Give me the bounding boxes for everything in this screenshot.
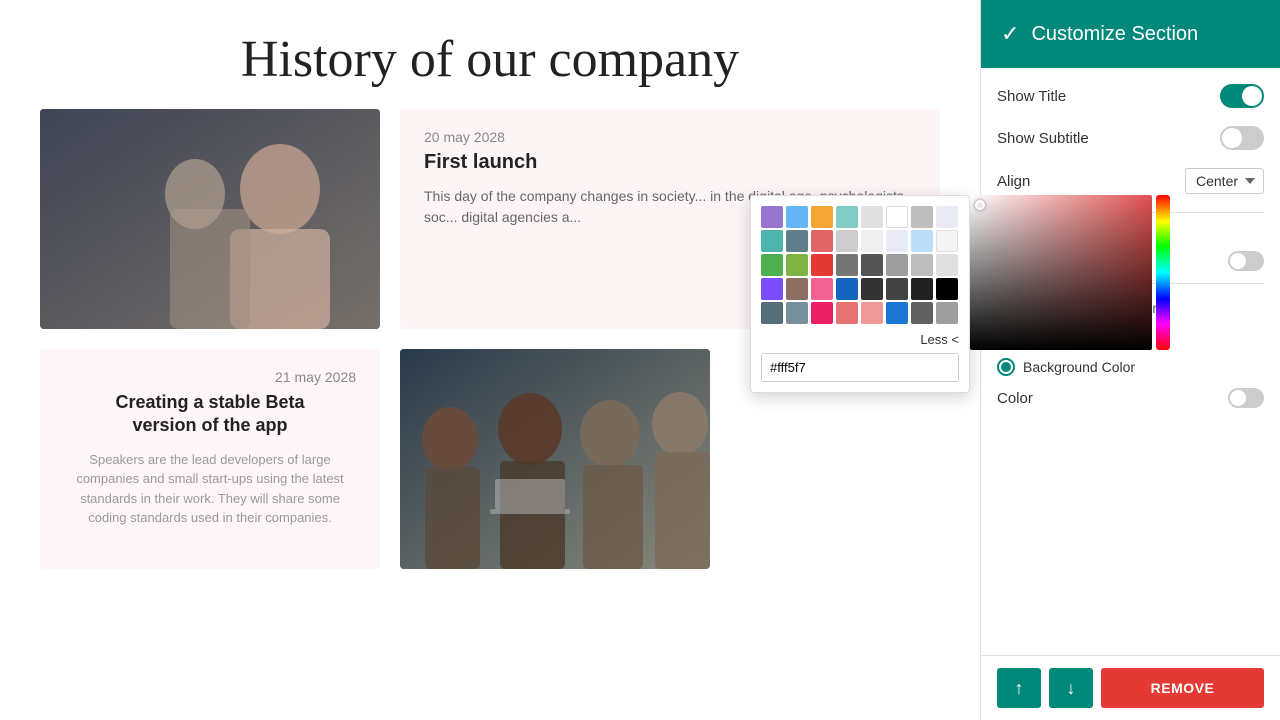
swatch-8[interactable] (761, 230, 783, 252)
move-up-button[interactable]: ↑ (997, 668, 1041, 708)
image-svg-2 (400, 349, 710, 569)
up-arrow-icon: ↑ (1015, 678, 1024, 699)
show-subtitle-row: Show Subtitle (997, 126, 1264, 150)
right-panel-wrapper: ✓ Customize Section Show Title Show Subt… (980, 0, 1280, 720)
swatch-36[interactable] (861, 302, 883, 324)
image-svg-1 (40, 109, 380, 329)
spectrum-bar[interactable] (1156, 195, 1170, 350)
gradient-picker-area (970, 195, 1170, 355)
color-label: Color (997, 390, 1033, 407)
swatch-23[interactable] (936, 254, 958, 276)
swatch-39[interactable] (936, 302, 958, 324)
bg-color-radio[interactable] (997, 358, 1015, 376)
color-hex-input[interactable] (761, 353, 959, 382)
color-picker-popup: Less < (750, 195, 970, 393)
swatch-1[interactable] (786, 206, 808, 228)
timeline-image-1 (40, 109, 380, 329)
swatch-28[interactable] (861, 278, 883, 300)
show-subtitle-toggle[interactable] (1220, 126, 1264, 150)
swatch-33[interactable] (786, 302, 808, 324)
align-row: Align Center Left Right (997, 168, 1264, 194)
card-date-1: 20 may 2028 (424, 129, 916, 145)
swatch-22[interactable] (911, 254, 933, 276)
card-title-2: Creating a stable Betaversion of the app (64, 391, 356, 438)
swatch-26[interactable] (811, 278, 833, 300)
move-down-button[interactable]: ↓ (1049, 668, 1093, 708)
swatch-15[interactable] (936, 230, 958, 252)
align-select[interactable]: Center Left Right (1185, 168, 1264, 194)
swatch-11[interactable] (836, 230, 858, 252)
swatch-27[interactable] (836, 278, 858, 300)
panel-footer: ↑ ↓ REMOVE (981, 655, 1280, 720)
swatch-16[interactable] (761, 254, 783, 276)
swatch-20[interactable] (861, 254, 883, 276)
swatch-37[interactable] (886, 302, 908, 324)
card-text-2: Speakers are the lead developers of larg… (64, 450, 356, 528)
swatch-4[interactable] (861, 206, 883, 228)
swatch-34[interactable] (811, 302, 833, 324)
show-title-label: Show Title (997, 88, 1066, 105)
swatch-17[interactable] (786, 254, 808, 276)
swatch-9[interactable] (786, 230, 808, 252)
check-icon: ✓ (1001, 21, 1019, 47)
swatch-5[interactable] (886, 206, 908, 228)
remove-button[interactable]: REMOVE (1101, 668, 1264, 708)
swatch-30[interactable] (911, 278, 933, 300)
panel-header: ✓ Customize Section (981, 0, 1280, 68)
show-title-toggle[interactable] (1220, 84, 1264, 108)
gradient-canvas[interactable] (970, 195, 1152, 350)
page-title: History of our company (0, 0, 980, 109)
swatch-0[interactable] (761, 206, 783, 228)
swatch-6[interactable] (911, 206, 933, 228)
swatch-38[interactable] (911, 302, 933, 324)
swatch-32[interactable] (761, 302, 783, 324)
bg-color-label: Background Color (1023, 359, 1135, 375)
swatch-24[interactable] (761, 278, 783, 300)
swatch-35[interactable] (836, 302, 858, 324)
bg-color-row: Background Color (997, 358, 1264, 376)
show-title-row: Show Title (997, 84, 1264, 108)
swatch-2[interactable] (811, 206, 833, 228)
card-title-1: First launch (424, 151, 916, 174)
right-panel: ✓ Customize Section Show Title Show Subt… (980, 0, 1280, 720)
swatch-21[interactable] (886, 254, 908, 276)
show-subtitle-label: Show Subtitle (997, 130, 1089, 147)
down-arrow-icon: ↓ (1067, 678, 1076, 699)
swatch-25[interactable] (786, 278, 808, 300)
swatch-10[interactable] (811, 230, 833, 252)
swatch-12[interactable] (861, 230, 883, 252)
color-row: Color (997, 388, 1264, 408)
less-button[interactable]: Less < (761, 332, 959, 347)
panel-title: Customize Section (1031, 23, 1198, 46)
swatch-13[interactable] (886, 230, 908, 252)
swatch-14[interactable] (911, 230, 933, 252)
swatch-3[interactable] (836, 206, 858, 228)
swatch-18[interactable] (811, 254, 833, 276)
timelines-color-toggle[interactable] (1228, 251, 1264, 271)
swatch-7[interactable] (936, 206, 958, 228)
swatch-19[interactable] (836, 254, 858, 276)
color-swatches-grid (761, 206, 959, 324)
color-toggle[interactable] (1228, 388, 1264, 408)
swatch-31[interactable] (936, 278, 958, 300)
align-label: Align (997, 173, 1030, 190)
card-date-2: 21 may 2028 (64, 369, 356, 385)
timeline-image-2 (400, 349, 710, 569)
swatch-29[interactable] (886, 278, 908, 300)
gradient-cursor (975, 200, 985, 210)
timeline-card-2-left: 21 may 2028 Creating a stable Betaversio… (40, 349, 380, 569)
panel-body[interactable]: Show Title Show Subtitle Align Center Le… (981, 68, 1280, 655)
